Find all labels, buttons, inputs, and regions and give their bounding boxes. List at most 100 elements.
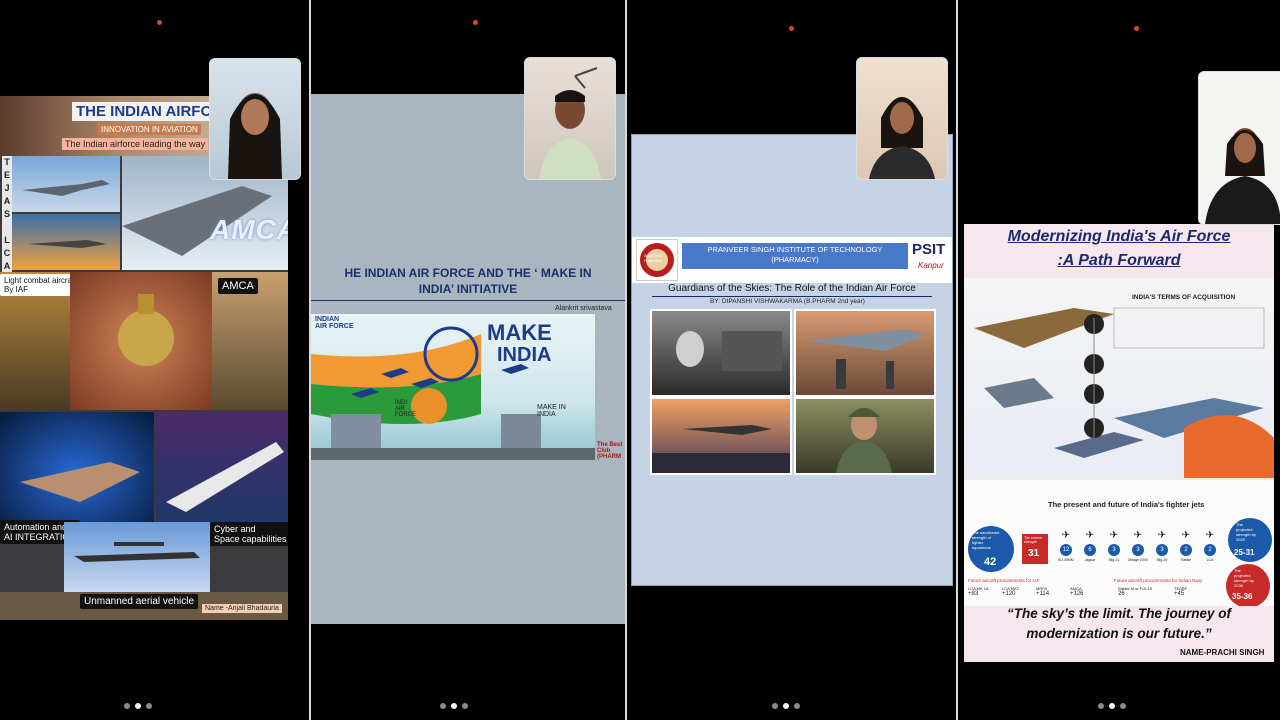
participant-camera-1[interactable] (209, 58, 301, 180)
procurement-item: AMCA +126 (1070, 586, 1110, 597)
photo-carrier-jets (650, 397, 792, 475)
procurement-row: LCA MK 1A +83 LCA MK2 +120 MRFA +114 AMCA +126 R… (968, 586, 1224, 606)
projected-2035-label: The projected strength by 2035 (1234, 568, 1254, 588)
slide-author: Alankrit srivastava (555, 305, 612, 312)
jet-count: 6 (1084, 544, 1096, 556)
amca-label: AMCA (218, 278, 258, 294)
side-letter (2, 221, 12, 234)
slide-title-line2: :A Path Forward (1057, 252, 1181, 269)
jet-icon: ✈ (1181, 530, 1191, 541)
jet-icon: ✈ (1133, 530, 1143, 541)
pager-dots[interactable] (440, 703, 468, 709)
jet-icon: ✈ (1157, 530, 1167, 541)
jet-name: Mig-29 (1156, 558, 1168, 562)
jet-name: Rafale (1180, 558, 1192, 562)
video-tile-4[interactable]: Modernizing India's Air Force :A Path Fo… (958, 0, 1280, 720)
side-letter: L (4, 235, 10, 245)
jet-count: 3 (1132, 544, 1144, 556)
poster-iaf-text: INDIAN AIR FORCE (315, 316, 354, 330)
jet-name: Jaguar (1084, 558, 1096, 562)
acquisition-infographic: INDIA'S TERMS OF ACQUISITION (964, 278, 1274, 478)
procurement-value: +45 (1174, 591, 1185, 597)
poster-india: INDIA (497, 344, 552, 366)
lca-label: Light combat aircraft By IAF (0, 274, 81, 296)
jet-photo-2 (12, 214, 120, 270)
shared-slide-3: BASTION Pharmacy PRANVEER SINGH INSTITUT… (631, 134, 953, 586)
slide-title-line1: HE INDIAN AIR FORCE AND THE ‘ MAKE IN (344, 266, 592, 280)
slide-title-line2: INDIA’ INITIATIVE (418, 282, 518, 296)
video-tile-2[interactable]: HE INDIAN AIR FORCE AND THE ‘ MAKE IN IN… (311, 0, 625, 720)
video-tile-1[interactable]: THE INDIAN AIRFORCE INNOVATION IN AVIATI… (0, 0, 309, 720)
iaf-emblem-photo (70, 272, 212, 410)
jet-count: 12 (1060, 544, 1072, 556)
sanctioned-value: 42 (984, 556, 997, 568)
side-letter: T (4, 157, 10, 167)
current-label: The current strength (1024, 536, 1042, 544)
pager-dots[interactable] (124, 703, 152, 709)
photo-family-jet (794, 309, 936, 397)
jet-count: 3 (1156, 544, 1168, 556)
photo-pilot (794, 397, 936, 475)
bastion-logo: BASTION Pharmacy (636, 239, 678, 281)
jet-type: ✈ 12 SU-30MKI (1054, 530, 1078, 562)
jet-type: ✈ 2 LCA (1198, 530, 1222, 562)
procurement-item: Rafale M or F/A-18 26 (1118, 586, 1158, 597)
slide-tagline: The Indian airforce leading the way (62, 138, 209, 150)
poster-iaf-small: INDI AIR FORCE (395, 400, 416, 418)
make-in-india-poster: INDIAN AIR FORCE MAKE INDIA MAKE IN INDI… (311, 314, 595, 460)
video-tile-3[interactable]: BASTION Pharmacy PRANVEER SINGH INSTITUT… (627, 0, 956, 720)
institute-banner: PRANVEER SINGH INSTITUTE OF TECHNOLOGY (… (682, 243, 908, 269)
shared-slide-4: Modernizing India's Air Force :A Path Fo… (964, 224, 1274, 662)
jet-type: ✈ 2 Rafale (1174, 530, 1198, 562)
quote-line1: “The sky’s the limit. The journey of (1006, 606, 1232, 621)
terms-heading: INDIA'S TERMS OF ACQUISITION (1132, 294, 1236, 301)
slide-title: Guardians of the Skies: The Role of the … (668, 283, 916, 294)
projected-2035-value: 35-36 (1232, 592, 1253, 601)
jet-type: ✈ 3 Mirage 2000 (1126, 530, 1150, 562)
cyber-label: Cyber and Space capabilities (210, 522, 288, 546)
quote-line2: modernization is our future.” (1026, 626, 1212, 641)
recording-indicator (1134, 26, 1139, 31)
participant-camera-3[interactable] (856, 57, 948, 180)
jet-count: 3 (1108, 544, 1120, 556)
future-iaf-label: Future aircraft procurements for IAF (968, 578, 1040, 583)
pager-dots[interactable] (772, 703, 800, 709)
poster-make-in-india: MAKE IN INDIA (537, 404, 566, 418)
recording-indicator (473, 20, 478, 25)
photo-founder (650, 309, 792, 397)
tejas-jet-photo (12, 156, 120, 212)
procurement-value: 26 (1118, 591, 1125, 597)
participant-camera-4[interactable] (1198, 71, 1280, 225)
sanctioned-label: The sanctioned strength of fighter squad… (972, 530, 1000, 550)
projected-2025-value: 25-31 (1234, 548, 1255, 557)
uav-photo (64, 522, 210, 592)
psit-text: PSIT (912, 241, 946, 258)
kanpur-text: Kanpur (918, 261, 944, 270)
psit-logo: PSIT Kanpur (910, 239, 950, 279)
jet-name: SU-30MKI (1057, 558, 1075, 562)
recording-indicator (789, 26, 794, 31)
jet-name: Mirage 2000 (1128, 558, 1148, 562)
jet-count: 2 (1180, 544, 1192, 556)
presenter-name: NAME-PRACHI SINGH (1180, 648, 1265, 657)
space-jet-photo (156, 412, 288, 538)
jet-icon: ✈ (1061, 530, 1071, 541)
uav-label: Unmanned aerial vehicle (80, 594, 199, 609)
presenter-name: Name -Anjali Bhadauria (202, 604, 282, 613)
jet-type-row: ✈ 12 SU-30MKI ✈ 6 Jaguar ✈ 3 Mig-21 ✈ 3 Mirage 2000… (1054, 530, 1224, 576)
side-letter: C (3, 248, 11, 258)
fighter-heading: The present and future of India's fighte… (1048, 500, 1205, 509)
fighter-jets-infographic: The present and future of India's fighte… (964, 480, 1274, 606)
projected-2025-label: The projected strength by 2025 (1236, 522, 1256, 542)
procurement-item: TEDBF +45 (1174, 586, 1214, 597)
participant-camera-2[interactable] (524, 57, 616, 180)
recording-indicator (157, 20, 162, 25)
side-letter: E (3, 170, 10, 180)
jet-name: LCA (1206, 558, 1214, 562)
club-text: The Best Club (PHARM (597, 442, 623, 460)
side-letter: J (4, 183, 10, 193)
slide-subtitle: INNOVATION IN AVIATION (98, 124, 201, 135)
jet-type: ✈ 3 Mig-29 (1150, 530, 1174, 562)
jet-icon: ✈ (1085, 530, 1095, 541)
pager-dots[interactable] (1098, 703, 1126, 709)
